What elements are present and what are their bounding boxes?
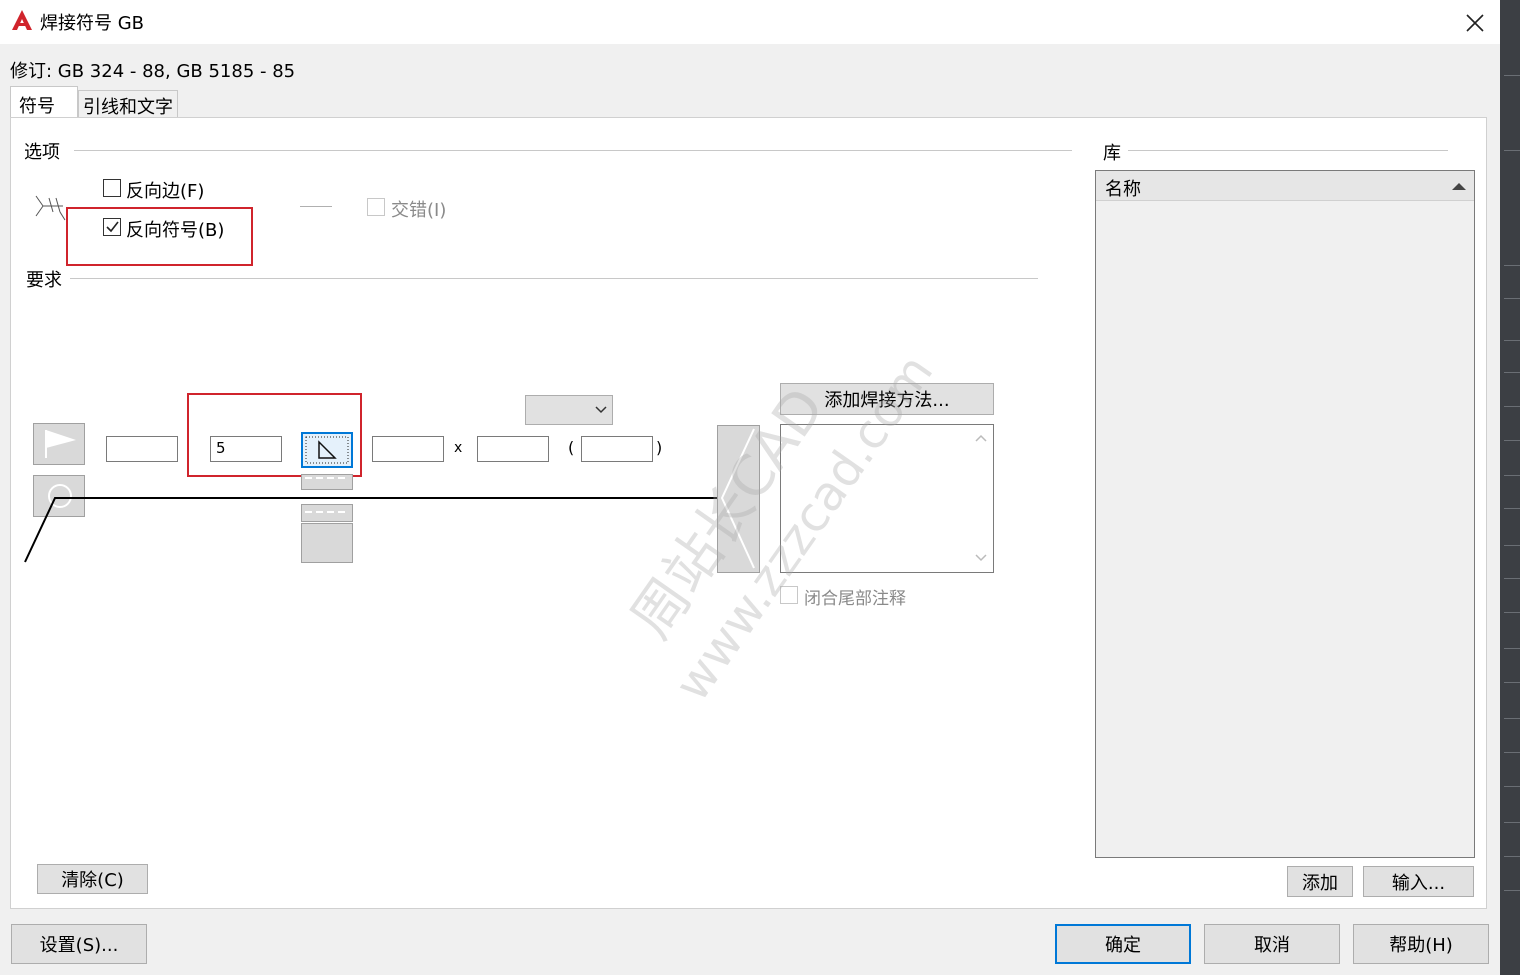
reverse-side-checkbox[interactable] bbox=[103, 179, 121, 197]
help-button[interactable]: 帮助(H) bbox=[1353, 924, 1489, 964]
ok-button[interactable]: 确定 bbox=[1055, 924, 1191, 964]
autocad-logo-icon bbox=[10, 8, 34, 32]
library-add-button[interactable]: 添加 bbox=[1287, 866, 1353, 897]
sort-ascending-icon bbox=[1452, 183, 1466, 190]
library-list[interactable]: 名称 bbox=[1095, 170, 1475, 858]
options-divider bbox=[74, 150, 1072, 151]
close-tail-note-checkbox bbox=[780, 586, 798, 604]
tab-symbol[interactable]: 符号 bbox=[10, 86, 78, 120]
close-tail-note-label: 闭合尾部注释 bbox=[804, 589, 906, 609]
tab-leader-text[interactable]: 引线和文字 bbox=[78, 90, 178, 118]
weld-symbol-slot-2[interactable] bbox=[301, 474, 353, 490]
requirement-field-4[interactable] bbox=[477, 436, 549, 462]
close-icon[interactable] bbox=[1462, 10, 1488, 36]
options-group-label: 选项 bbox=[24, 142, 60, 163]
stagger-label: 交错(I) bbox=[391, 200, 447, 221]
tab-leader-text-label: 引线和文字 bbox=[83, 97, 173, 118]
clear-button[interactable]: 清除(C) bbox=[37, 864, 148, 894]
library-group-label: 库 bbox=[1103, 143, 1121, 164]
requirement-field-3[interactable] bbox=[372, 436, 444, 462]
weld-symbol-slot-3[interactable] bbox=[301, 504, 353, 522]
revision-label: 修订: GB 324 - 88, GB 5185 - 85 bbox=[10, 61, 296, 82]
multiply-label: x bbox=[454, 440, 463, 456]
paren-close-label: ) bbox=[656, 438, 663, 457]
reverse-symbol-label: 反向符号(B) bbox=[126, 220, 225, 241]
list-scrollbar[interactable] bbox=[969, 425, 993, 572]
window-title: 焊接符号 GB bbox=[40, 13, 145, 34]
reverse-side-label: 反向边(F) bbox=[126, 181, 205, 202]
library-list-header[interactable]: 名称 bbox=[1096, 171, 1474, 201]
cancel-button[interactable]: 取消 bbox=[1204, 924, 1340, 964]
weld-type-symbol-button[interactable] bbox=[301, 432, 353, 468]
stagger-checkbox bbox=[367, 198, 385, 216]
settings-button[interactable]: 设置(S)... bbox=[11, 924, 147, 964]
weld-method-list[interactable] bbox=[780, 424, 994, 573]
background-app-strip bbox=[1500, 0, 1520, 975]
requirement-field-5[interactable] bbox=[581, 436, 653, 462]
library-column-name: 名称 bbox=[1105, 179, 1141, 200]
weld-symbol-slot-4[interactable] bbox=[301, 523, 353, 563]
paren-open-label: ( bbox=[568, 438, 575, 457]
requirements-group-label: 要求 bbox=[26, 270, 62, 291]
weld-process-dropdown[interactable] bbox=[525, 395, 613, 425]
leader-line-icon bbox=[20, 490, 740, 570]
requirement-field-1[interactable] bbox=[106, 436, 178, 462]
tail-symbol bbox=[717, 425, 760, 573]
scroll-up-icon[interactable] bbox=[974, 433, 988, 443]
chevron-down-icon bbox=[595, 406, 607, 414]
requirements-divider bbox=[70, 278, 1038, 279]
field-weld-flag-button[interactable] bbox=[33, 423, 85, 465]
tab-symbol-label: 符号 bbox=[19, 96, 55, 117]
library-divider bbox=[1128, 150, 1448, 151]
add-weld-method-button[interactable]: 添加焊接方法... bbox=[780, 383, 994, 415]
scroll-down-icon[interactable] bbox=[974, 553, 988, 563]
stagger-dash bbox=[300, 206, 332, 207]
title-bar bbox=[0, 0, 1500, 44]
reverse-symbol-checkbox[interactable] bbox=[103, 218, 121, 236]
library-import-button[interactable]: 输入... bbox=[1363, 866, 1474, 897]
requirement-field-2[interactable]: 5 bbox=[210, 436, 282, 462]
